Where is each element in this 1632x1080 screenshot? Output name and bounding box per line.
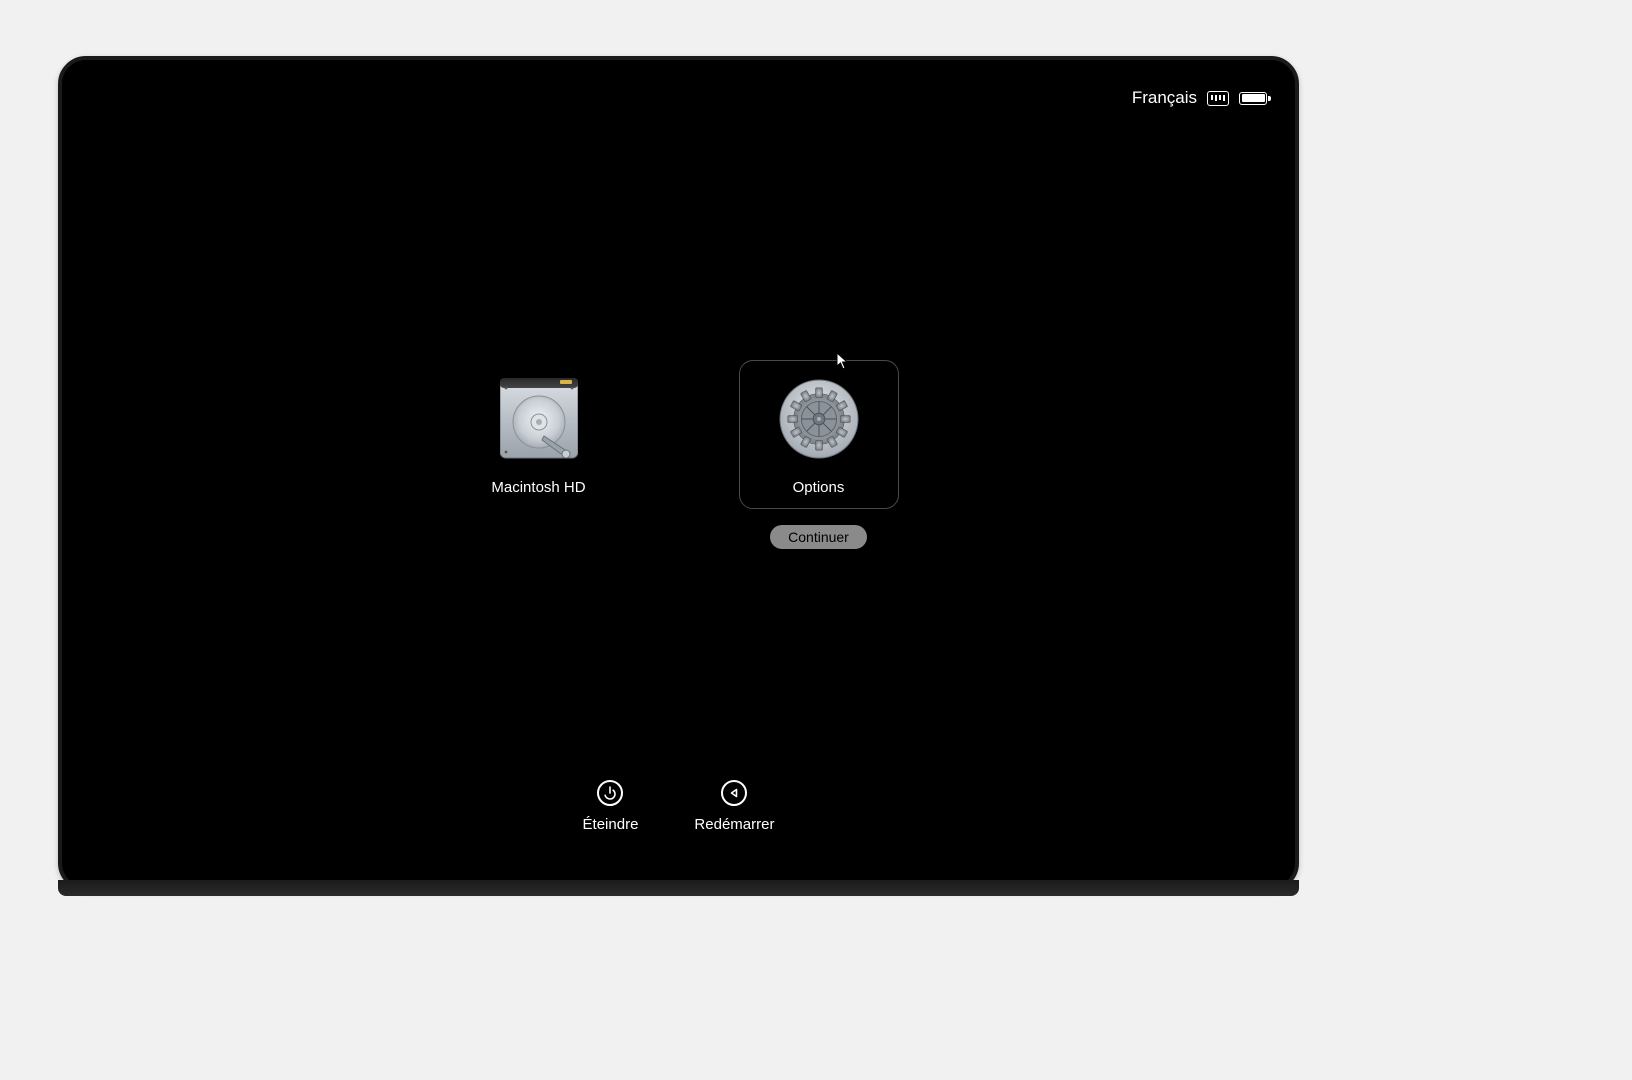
boot-item-options[interactable]: Options Continuer	[739, 360, 899, 549]
continue-button[interactable]: Continuer	[770, 525, 867, 549]
shutdown-label: Éteindre	[583, 816, 639, 833]
language-label[interactable]: Français	[1132, 88, 1197, 108]
bottom-actions: Éteindre Redémarrer	[62, 780, 1295, 833]
battery-icon	[1239, 92, 1267, 105]
boot-options: Macintosh HD	[62, 360, 1295, 549]
hard-drive-icon	[499, 379, 579, 459]
device-frame: Français	[58, 56, 1299, 891]
menu-bar: Français	[1132, 88, 1267, 108]
shutdown-button[interactable]: Éteindre	[583, 780, 639, 833]
boot-item-label: Macintosh HD	[491, 479, 585, 496]
restart-icon	[721, 780, 747, 806]
boot-item-macintosh-hd[interactable]: Macintosh HD	[459, 360, 619, 509]
boot-screen: Français	[62, 60, 1295, 887]
device-bezel	[58, 880, 1299, 896]
power-icon	[597, 780, 623, 806]
input-source-icon[interactable]	[1207, 91, 1229, 106]
boot-item-label: Options	[793, 479, 845, 496]
restart-button[interactable]: Redémarrer	[694, 780, 774, 833]
restart-label: Redémarrer	[694, 816, 774, 833]
gear-icon	[779, 379, 859, 459]
